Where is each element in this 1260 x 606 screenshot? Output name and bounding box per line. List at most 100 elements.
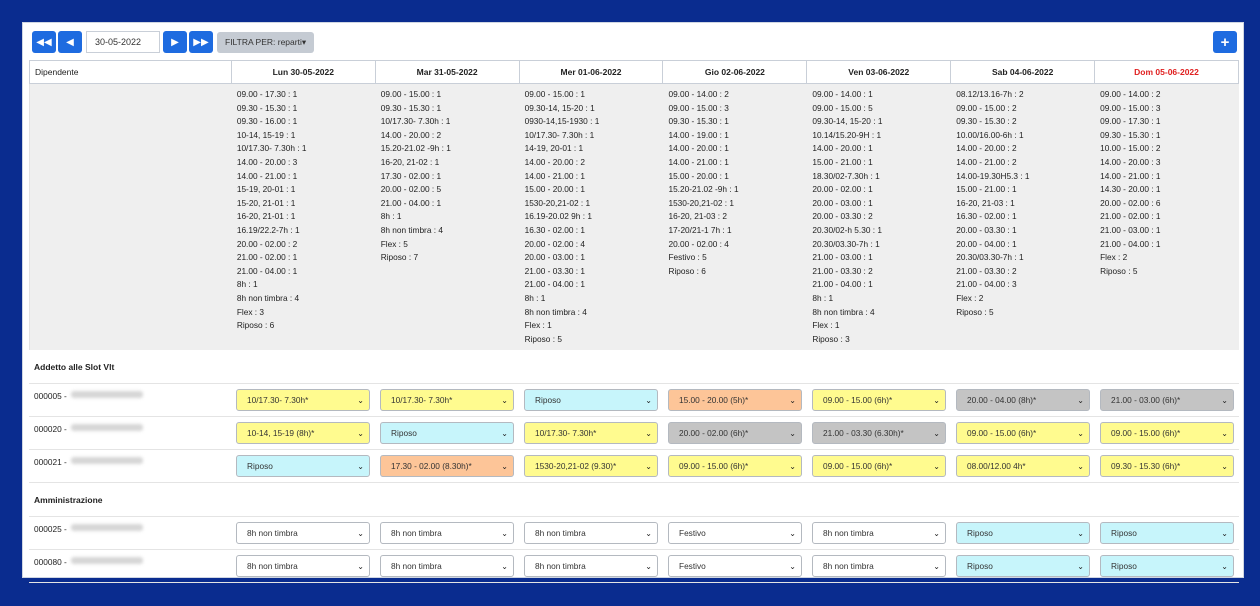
shift-select[interactable]: 10-14, 15-19 (8h)* ⌄ xyxy=(236,422,370,444)
summary-line: 15.00 - 20.00 : 1 xyxy=(668,170,729,181)
shift-select[interactable]: Riposo ⌄ xyxy=(956,522,1090,544)
shift-select[interactable]: 1530-20,21-02 (9.30)* ⌄ xyxy=(524,455,658,477)
shift-select[interactable]: 08.00/12.00 4h* ⌄ xyxy=(956,455,1090,477)
shift-cell: Riposo ⌄ xyxy=(951,517,1095,549)
shift-cell: 8h non timbra ⌄ xyxy=(807,517,951,549)
chevron-down-icon: ⌄ xyxy=(789,428,796,438)
summary-line: 20.00 - 03.00 : 1 xyxy=(812,197,873,208)
chevron-down-icon: ⌄ xyxy=(1221,461,1228,471)
summary-line: 20.00 - 04.00 : 1 xyxy=(956,238,1017,249)
summary-line: 10/17.30- 7.30h : 1 xyxy=(236,143,307,154)
shift-select[interactable]: 8h non timbra ⌄ xyxy=(524,522,658,544)
shift-cell: 09.30 - 15.30 (6h)* ⌄ xyxy=(1095,450,1239,482)
summary-column: 09.00 - 14.00 : 1 09.00 - 15.00 : 5 09.30-… xyxy=(807,84,951,350)
shift-select[interactable]: Riposo ⌄ xyxy=(524,389,658,411)
shift-select[interactable]: 8h non timbra ⌄ xyxy=(236,555,370,577)
shift-select[interactable]: 8h non timbra ⌄ xyxy=(236,522,370,544)
caret-down-icon: ▾ xyxy=(301,36,307,47)
last-week-button[interactable]: ▶▶ xyxy=(189,31,213,53)
shift-cell: 8h non timbra ⌄ xyxy=(807,550,951,582)
add-button[interactable]: + xyxy=(1213,31,1237,53)
chevron-down-icon: ⌄ xyxy=(357,428,364,438)
double-chevron-left-icon: ◀◀ xyxy=(36,36,52,48)
shift-select[interactable]: Festivo ⌄ xyxy=(668,555,802,577)
shift-select[interactable]: 09.00 - 15.00 (6h)* ⌄ xyxy=(956,422,1090,444)
summary-line: 16-20, 21-03 : 2 xyxy=(668,211,728,222)
shift-value: 21.00 - 03.30 (6.30h)* xyxy=(823,428,904,438)
employee-name: 000080 - xyxy=(29,550,231,582)
employee-row: 000021 - Riposo ⌄ 17.30 - 02.00 (8.30h)* ⌄ 15… xyxy=(29,450,1239,483)
shift-select[interactable]: 09.30 - 15.30 (6h)* ⌄ xyxy=(1100,455,1234,477)
shift-cell: Festivo ⌄ xyxy=(663,517,807,549)
shift-cell: 8h non timbra ⌄ xyxy=(375,517,519,549)
shift-select[interactable]: Riposo ⌄ xyxy=(1100,555,1234,577)
shift-cell: Riposo ⌄ xyxy=(375,417,519,449)
chevron-down-icon: ⌄ xyxy=(645,428,652,438)
summary-line: 15-20, 21-01 : 1 xyxy=(236,197,296,208)
date-input[interactable]: 30-05-2022 xyxy=(86,31,160,53)
summary-line: 10.00 - 15.00 : 2 xyxy=(1100,143,1161,154)
shift-value: 8h non timbra xyxy=(535,528,586,538)
summary-line: 0930-14,15-1930 : 1 xyxy=(524,116,600,127)
shift-value: 17.30 - 02.00 (8.30h)* xyxy=(391,461,472,471)
shift-value: 10/17.30- 7.30h* xyxy=(391,395,453,405)
chevron-down-icon: ⌄ xyxy=(357,561,364,571)
shift-select[interactable]: 10/17.30- 7.30h* ⌄ xyxy=(380,389,514,411)
first-week-button[interactable]: ◀◀ xyxy=(32,31,56,53)
summary-line: 21.00 - 03.30 : 2 xyxy=(956,265,1017,276)
shift-select[interactable]: 17.30 - 02.00 (8.30h)* ⌄ xyxy=(380,455,514,477)
shift-select[interactable]: Riposo ⌄ xyxy=(1100,522,1234,544)
section-title: Amministrazione xyxy=(29,483,1239,517)
chevron-right-icon: ▶ xyxy=(171,36,179,48)
shift-select[interactable]: 8h non timbra ⌄ xyxy=(812,522,946,544)
shift-select[interactable]: 09.00 - 15.00 (6h)* ⌄ xyxy=(1100,422,1234,444)
chevron-down-icon: ⌄ xyxy=(1077,461,1084,471)
shift-value: 8h non timbra xyxy=(247,561,298,571)
shift-value: Riposo xyxy=(967,528,993,538)
shift-select[interactable]: 15.00 - 20.00 (5h)* ⌄ xyxy=(668,389,802,411)
shift-select[interactable]: Riposo ⌄ xyxy=(956,555,1090,577)
summary-line: 14.00 - 20.00 : 3 xyxy=(1100,156,1161,167)
employee-row: 000020 -10-14, 15-19 (8h)* ⌄ Riposo ⌄ 10/17.… xyxy=(29,417,1239,450)
shift-select[interactable]: 8h non timbra ⌄ xyxy=(380,555,514,577)
shift-cell: 21.00 - 03.00 (6h)* ⌄ xyxy=(1095,384,1239,416)
chevron-down-icon: ⌄ xyxy=(501,395,508,405)
prev-week-button[interactable]: ◀ xyxy=(58,31,82,53)
shift-select[interactable]: 09.00 - 15.00 (6h)* ⌄ xyxy=(812,389,946,411)
shift-cell: 09.00 - 15.00 (6h)* ⌄ xyxy=(951,417,1095,449)
shift-select[interactable]: Festivo ⌄ xyxy=(668,522,802,544)
summary-line: 09.00 - 15.00 : 3 xyxy=(1100,102,1161,113)
shift-select[interactable]: 8h non timbra ⌄ xyxy=(524,555,658,577)
summary-line: 10.14/15.20-9H : 1 xyxy=(812,129,882,140)
shift-select[interactable]: 21.00 - 03.30 (6.30h)* ⌄ xyxy=(812,422,946,444)
summary-line: 16-20, 21-01 : 1 xyxy=(236,211,296,222)
shift-select[interactable]: 8h non timbra ⌄ xyxy=(380,522,514,544)
summary-line: 09.30-14, 15-20 : 1 xyxy=(812,116,883,127)
shift-select[interactable]: Riposo ⌄ xyxy=(236,455,370,477)
summary-line: 09.30 - 15.30 : 2 xyxy=(956,116,1017,127)
chevron-down-icon: ⌄ xyxy=(789,528,796,538)
shift-select[interactable]: 21.00 - 03.00 (6h)* ⌄ xyxy=(1100,389,1234,411)
shift-select[interactable]: 10/17.30- 7.30h* ⌄ xyxy=(524,422,658,444)
shift-select[interactable]: 20.00 - 04.00 (8h)* ⌄ xyxy=(956,389,1090,411)
summary-line: 16.19/22.2-7h : 1 xyxy=(236,224,300,235)
summary-line: 16.30 - 02.00 : 1 xyxy=(956,211,1017,222)
summary-line: 10-14, 15-19 : 1 xyxy=(236,129,296,140)
shift-select[interactable]: Riposo ⌄ xyxy=(380,422,514,444)
summary-line: 8h non timbra : 4 xyxy=(380,224,443,235)
shift-select[interactable]: 09.00 - 15.00 (6h)* ⌄ xyxy=(812,455,946,477)
filter-dropdown[interactable]: FILTRA PER: reparti ▾ xyxy=(217,31,315,53)
chevron-down-icon: ⌄ xyxy=(933,561,940,571)
next-week-button[interactable]: ▶ xyxy=(163,31,187,53)
shift-select[interactable]: 8h non timbra ⌄ xyxy=(812,555,946,577)
shift-select[interactable]: 20.00 - 02.00 (6h)* ⌄ xyxy=(668,422,802,444)
shift-cell: 1530-20,21-02 (9.30)* ⌄ xyxy=(519,450,663,482)
shift-select[interactable]: 10/17.30- 7.30h* ⌄ xyxy=(236,389,370,411)
summary-line: 20.30/03.30-7h : 1 xyxy=(956,252,1024,263)
summary-line: 1530-20,21-02 : 1 xyxy=(524,197,591,208)
chevron-down-icon: ⌄ xyxy=(357,461,364,471)
shift-select[interactable]: 09.00 - 15.00 (6h)* ⌄ xyxy=(668,455,802,477)
chevron-down-icon: ⌄ xyxy=(645,528,652,538)
employee-row: 000005 -10/17.30- 7.30h* ⌄ 10/17.30- 7.30h… xyxy=(29,384,1239,417)
summary-line: 14.00 - 21.00 : 1 xyxy=(236,170,298,181)
